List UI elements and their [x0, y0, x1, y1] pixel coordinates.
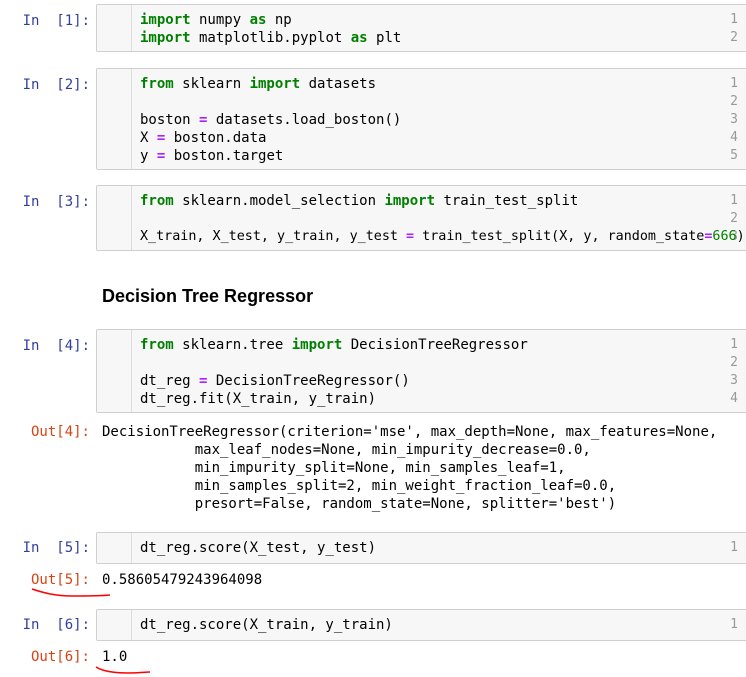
code-editor[interactable]: 1 2 3 4 5 from sklearn import datasets b…: [96, 68, 746, 170]
code-token: np: [266, 12, 292, 28]
line-number-gutter: [97, 330, 132, 412]
code-token: train_test_split: [435, 193, 579, 209]
line-number: 2: [730, 94, 738, 109]
code-line: import matplotlib.pyplot as plt: [140, 29, 746, 47]
code-line: boston = datasets.load_boston(): [140, 111, 746, 129]
code-line: dt_reg.score(X_train, y_train): [140, 616, 746, 634]
code-token: datasets: [300, 76, 377, 92]
code-token: sklearn.model_selection: [173, 193, 385, 209]
red-underline-annotation: [31, 588, 111, 597]
line-number-gutter: [97, 69, 132, 169]
code-token: import: [291, 337, 343, 353]
code-token: DecisionTreeRegressor(): [207, 373, 410, 389]
line-number: 2: [730, 211, 738, 226]
code-editor[interactable]: 1 2 3 4 from sklearn.tree import Decisio…: [96, 329, 746, 413]
code-token: =: [406, 229, 415, 244]
code-token: sklearn: [173, 76, 250, 92]
code-token: import: [140, 30, 191, 46]
code-token: import: [140, 12, 191, 28]
output-line: presort=False, random_state=None, splitt…: [102, 496, 617, 512]
code-token: boston.data: [165, 130, 267, 146]
code-line: from sklearn import datasets: [140, 75, 746, 93]
code-token: import: [384, 193, 436, 209]
code-token: X: [140, 130, 157, 146]
code-token: from: [140, 76, 174, 92]
output-prompt: Out[4]:: [30, 424, 90, 440]
red-underline-annotation: [95, 666, 151, 674]
line-number-gutter: [97, 533, 132, 563]
code-token: from: [140, 193, 174, 209]
code-editor[interactable]: 1 2 import numpy as np import matplotlib…: [96, 4, 746, 52]
code-token: sklearn.tree: [173, 337, 292, 353]
code-token: dt_reg: [140, 373, 200, 389]
code-line: from sklearn.model_selection import trai…: [140, 192, 746, 210]
line-number: 2: [730, 355, 738, 370]
code-line: y = boston.target: [140, 147, 746, 165]
code-editor[interactable]: 1 dt_reg.score(X_train, y_train): [96, 609, 746, 641]
code-line: dt_reg.fit(X_train, y_train): [140, 390, 746, 408]
code-token: dt_reg.fit(X_train, y_train): [140, 391, 377, 407]
code-token: boston: [140, 112, 200, 128]
code-token: as: [249, 12, 267, 28]
code-token: y: [140, 148, 157, 164]
input-prompt: In [1]:: [22, 13, 90, 29]
section-heading: Decision Tree Regressor: [102, 286, 314, 306]
code-token: plt: [367, 30, 402, 46]
code-line: import numpy as np: [140, 11, 746, 29]
input-prompt: In [5]:: [22, 540, 90, 556]
code-editor[interactable]: 1 2 3 from sklearn.model_selection impor…: [96, 185, 746, 251]
code-token: ): [736, 229, 745, 244]
output-line: min_impurity_split=None, min_samples_lea…: [102, 460, 566, 476]
code-token: numpy: [190, 12, 250, 28]
code-line: dt_reg = DecisionTreeRegressor(): [140, 372, 746, 390]
code-token: train_test_split(X, y, random_state: [414, 229, 705, 244]
code-token: boston.target: [165, 148, 284, 164]
input-prompt: In [3]:: [22, 194, 90, 210]
code-token: 666: [712, 229, 737, 244]
code-token: import: [249, 76, 301, 92]
code-editor[interactable]: 1 dt_reg.score(X_test, y_test): [96, 532, 746, 564]
code-token: dt_reg.score(X_train, y_train): [140, 617, 393, 633]
code-token: matplotlib.pyplot: [190, 30, 351, 46]
code-token: X_train, X_test, y_train, y_test: [140, 229, 407, 244]
line-number-gutter: [97, 186, 132, 250]
code-line: X_train, X_test, y_train, y_test = train…: [140, 228, 746, 246]
output-line: DecisionTreeRegressor(criterion='mse', m…: [102, 424, 718, 440]
input-prompt: In [4]:: [22, 338, 90, 354]
line-number-gutter: [97, 5, 132, 51]
code-line: from sklearn.tree import DecisionTreeReg…: [140, 336, 746, 354]
input-prompt: In [6]:: [22, 617, 90, 633]
code-line: dt_reg.score(X_test, y_test): [140, 539, 746, 557]
code-line: X = boston.data: [140, 129, 746, 147]
output-prompt: Out[6]:: [30, 649, 90, 665]
line-number-gutter: [97, 610, 132, 640]
code-token: dt_reg.score(X_test, y_test): [140, 540, 377, 556]
code-token: from: [140, 337, 174, 353]
output-line: max_leaf_nodes=None, min_impurity_decrea…: [102, 442, 591, 458]
code-token: DecisionTreeRegressor: [342, 337, 528, 353]
output-line: min_samples_split=2, min_weight_fraction…: [102, 478, 617, 494]
input-prompt: In [2]:: [22, 77, 90, 93]
code-token: as: [350, 30, 368, 46]
output-value: 0.58605479243964098: [102, 572, 263, 588]
code-token: datasets.load_boston(): [207, 112, 402, 128]
